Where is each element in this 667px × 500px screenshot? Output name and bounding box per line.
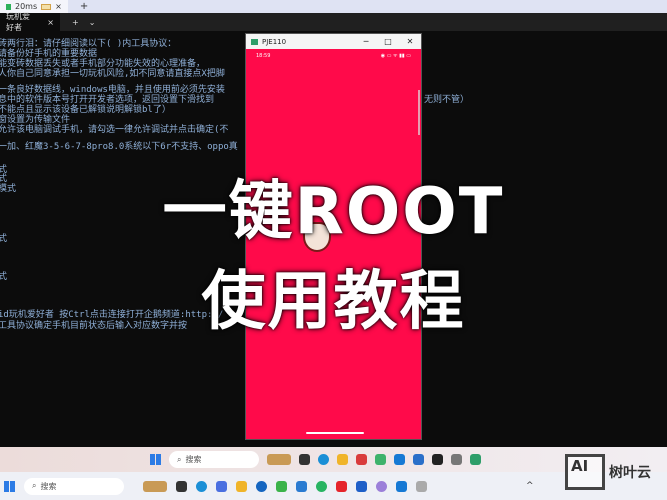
app-icon[interactable] [376,480,387,492]
app-icon[interactable] [256,480,267,492]
music-icon[interactable] [336,480,347,492]
overlay-title-line1: 一键ROOT [162,175,505,249]
phone-window-titlebar[interactable]: PJE110 ─ □ ✕ [246,34,421,49]
overlay-title-line2: 使用教程 [201,265,466,339]
status-icons: ◉ ▭ ᯤ ▮▮ ▭ [380,53,411,59]
app-icon [251,38,258,45]
app-icon[interactable] [296,480,307,492]
search-placeholder: 搜索 [185,455,202,464]
video-icon[interactable] [316,480,327,492]
app-icon[interactable] [416,480,427,492]
phone-status-bar: 18:59 ◉ ▭ ᯤ ▮▮ ▭ [246,49,421,63]
search-icon: ⌕ [177,454,182,464]
minimize-button[interactable]: ─ [355,37,377,46]
tab-label: 20ms [15,2,38,11]
task-view-icon[interactable] [176,480,187,492]
phone-window-title: PJE110 [262,37,287,46]
new-terminal-tab-button[interactable]: + [72,18,79,27]
chevron-up-icon[interactable]: ^ [526,481,534,491]
task-view-icon[interactable] [299,454,310,465]
new-tab-button[interactable]: + [80,1,88,12]
watermark: AI 树叶云 [565,454,651,490]
home-indicator[interactable] [306,432,364,434]
widget-icon[interactable] [267,454,291,465]
edge-icon[interactable] [196,480,207,492]
terminal-tab-bar: 玩机爱好者 × + ⌄ [0,12,667,32]
tab-favicon-icon [6,3,11,10]
terminal-line: 允许该电脑调试手机，请勾选一律允许调试并点击确定(不 [0,125,229,135]
scrcpy-icon[interactable] [470,454,481,465]
close-tab-button[interactable]: × [55,2,62,11]
edge-icon[interactable] [318,454,329,465]
wps-icon[interactable] [356,454,367,465]
app-icon[interactable] [394,454,405,465]
wechat-icon[interactable] [375,454,386,465]
close-terminal-tab-button[interactable]: × [47,18,54,27]
app-icon[interactable] [413,454,424,465]
watermark-text: 树叶云 [609,465,651,481]
browser-tab-strip: 20ms × + [0,0,667,13]
phone-time: 18:59 [256,53,271,59]
app-icon[interactable] [451,454,462,465]
app-icon[interactable] [276,480,287,492]
badge-icon [41,3,52,10]
folder-icon[interactable] [236,480,247,492]
terminal-line: 人你自己同意承担一切玩机风险,如不同意请直接点X把脚 [0,69,225,79]
windows-start-icon[interactable] [4,480,15,492]
search-icon: ⌕ [32,481,37,490]
scrollbar[interactable] [418,90,420,135]
app-icon[interactable] [356,480,367,492]
terminal-tab[interactable]: 玩机爱好者 × [0,12,60,32]
watermark-logo: AI [565,454,605,490]
widget-icon[interactable] [143,480,167,492]
close-button[interactable]: ✕ [399,37,421,46]
windows-start-icon[interactable] [150,454,161,465]
calculator-icon[interactable] [216,480,227,492]
terminal-tab-label: 玩机爱好者 [6,12,30,32]
terminal-icon[interactable] [432,454,443,465]
taskbar-search[interactable]: ⌕ 搜索 [169,451,259,468]
taskbar-search[interactable]: ⌕ 搜索 [24,477,124,495]
maximize-button[interactable]: □ [377,37,399,46]
terminal-line: 无则不管） [424,95,470,105]
app-icon[interactable] [396,480,407,492]
folder-icon[interactable] [337,454,348,465]
search-placeholder: 搜索 [40,481,57,491]
chevron-down-icon[interactable]: ⌄ [89,18,96,27]
terminal-line: 一加、红魔3-5-6-7-8pro8.0系统以下6r不支持、oppo真 [0,142,238,152]
